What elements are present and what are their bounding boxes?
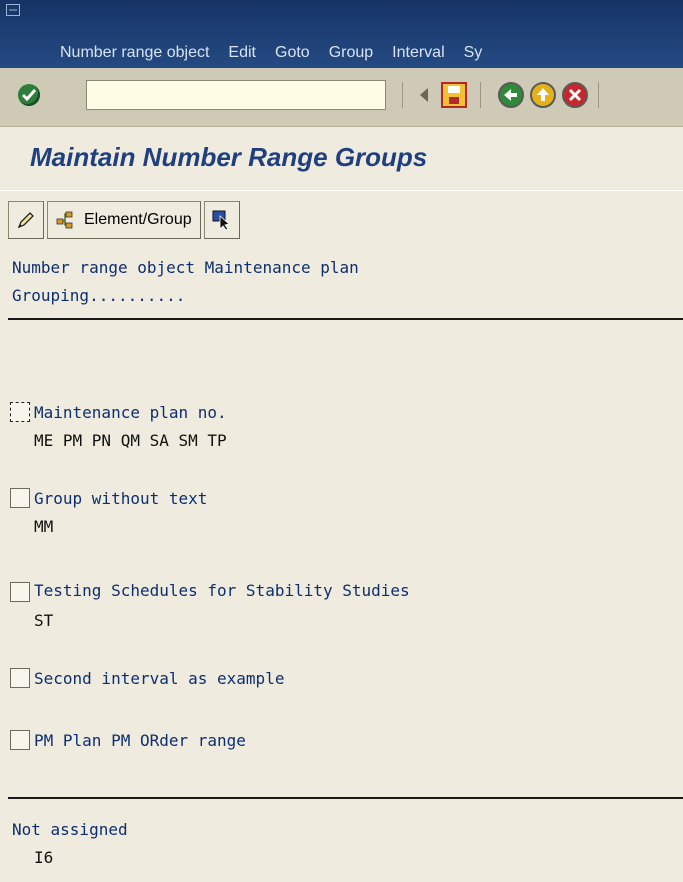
system-menu-icon[interactable]: [6, 4, 20, 16]
change-button[interactable]: [8, 201, 44, 239]
element-group-button[interactable]: Element/Group: [47, 201, 201, 239]
section-divider: [8, 797, 683, 799]
application-toolbar: Element/Group: [8, 200, 240, 240]
element-group-icon: [56, 211, 73, 229]
menu-item-goto[interactable]: Goto: [275, 44, 310, 62]
group-name[interactable]: PM Plan PM ORder range: [34, 731, 246, 750]
group-elements: ST: [34, 611, 54, 630]
title-divider: [0, 190, 683, 191]
not-assigned-label: Not assigned: [12, 820, 128, 839]
group-name[interactable]: Group without text: [34, 489, 207, 508]
menu-item-number-range-object[interactable]: Number range object: [60, 44, 209, 62]
group-checkbox[interactable]: [10, 402, 30, 422]
menu-item-system[interactable]: Sy: [464, 44, 483, 62]
toolbar-separator: [480, 82, 481, 108]
main-menu: Number range object Edit Goto Group Inte…: [60, 44, 501, 62]
header-object-line: Number range object Maintenance plan: [12, 258, 359, 277]
menu-bar: Number range object Edit Goto Group Inte…: [0, 0, 683, 68]
menu-item-edit[interactable]: Edit: [228, 44, 256, 62]
header-grouping-line: Grouping..........: [12, 286, 186, 305]
pencil-icon: [17, 212, 34, 229]
group-checkbox[interactable]: [10, 582, 30, 602]
group-name[interactable]: Second interval as example: [34, 669, 284, 688]
group-checkbox[interactable]: [10, 488, 30, 508]
menu-item-interval[interactable]: Interval: [392, 44, 444, 62]
section-divider: [8, 318, 683, 320]
group-elements: ME PM PN QM SA SM TP: [34, 431, 227, 450]
group-name[interactable]: Testing Schedules for Stability Studies: [34, 581, 410, 600]
group-checkbox[interactable]: [10, 730, 30, 750]
group-name[interactable]: Maintenance plan no.: [34, 403, 227, 422]
back-green-icon[interactable]: [498, 82, 524, 108]
select-button[interactable]: [203, 201, 240, 239]
enter-checkmark-icon[interactable]: [18, 84, 40, 106]
toolbar-separator: [598, 82, 599, 108]
page-title: Maintain Number Range Groups: [30, 142, 428, 172]
select-cursor-icon: [212, 210, 230, 231]
element-group-label: Element/Group: [84, 211, 192, 228]
exit-yellow-icon[interactable]: [530, 82, 556, 108]
command-field[interactable]: [86, 80, 457, 110]
toolbar-separator: [402, 82, 403, 108]
back-triangle-icon[interactable]: [420, 88, 428, 102]
cancel-red-icon[interactable]: [562, 82, 588, 108]
group-checkbox[interactable]: [10, 668, 30, 688]
not-assigned-elements: I6: [34, 848, 54, 867]
group-elements: MM: [34, 517, 54, 536]
save-icon[interactable]: [441, 82, 467, 108]
menu-item-group[interactable]: Group: [329, 44, 373, 62]
